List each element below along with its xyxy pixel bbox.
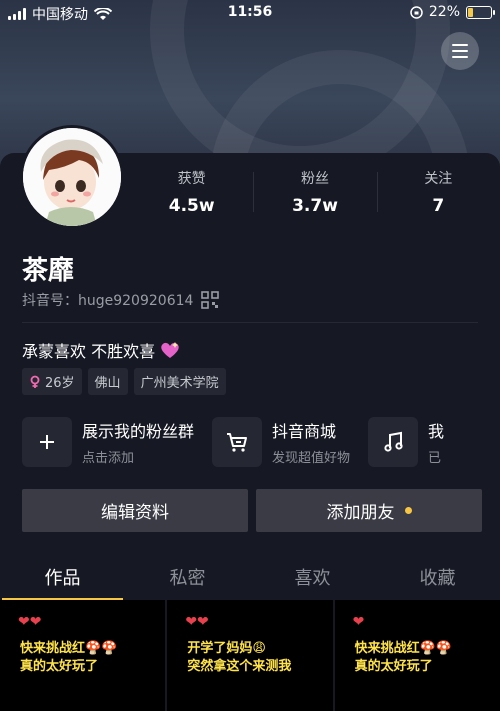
avatar-illustration [23, 128, 121, 226]
video-thumbnail[interactable]: ❤❤ 开学了妈妈😩 突然拿这个来测我 [167, 600, 333, 711]
fan-group-feature[interactable]: 展示我的粉丝群 点击添加 [22, 416, 194, 468]
hearts-icon: ❤❤ [18, 614, 42, 630]
video-grid: ❤❤ 快来挑战红🍄🍄 真的太好玩了 ❤❤ 开学了妈妈😩 突然拿这个来测我 ❤ 快… [0, 600, 500, 711]
followers-stat[interactable]: 粉丝 3.7w [253, 168, 376, 220]
bio: 承蒙喜欢 不胜欢喜 [22, 338, 181, 362]
profile-name: 茶靡 [22, 256, 75, 286]
stat-value: 7 [432, 196, 445, 216]
divider [22, 322, 478, 323]
video-caption: 快来挑战红🍄🍄 真的太好玩了 [20, 641, 118, 674]
stat-label: 粉丝 [300, 171, 329, 187]
bio-text: 承蒙喜欢 不胜欢喜 [22, 342, 156, 361]
following-stat[interactable]: 关注 7 [376, 168, 500, 220]
account-id-text: 抖音号：huge920920614 [22, 293, 194, 309]
music-feature[interactable]: 我 已 [368, 416, 444, 468]
feature-shortcuts: 展示我的粉丝群 点击添加 抖音商城 发现超值好物 我 已 [22, 416, 500, 468]
shop-feature[interactable]: 抖音商城 发现超值好物 [212, 416, 350, 468]
battery-icon [466, 5, 495, 19]
video-thumbnail[interactable]: ❤ 快来挑战红🍄🍄 真的太好玩了 [334, 600, 500, 711]
avatar[interactable] [20, 125, 124, 229]
tab-private[interactable]: 私密 [125, 556, 250, 600]
video-thumbnail[interactable]: ❤❤ 快来挑战红🍄🍄 真的太好玩了 [0, 600, 166, 711]
feature-subtitle: 点击添加 [82, 451, 135, 466]
tab-works[interactable]: 作品 [0, 556, 125, 600]
likes-stat[interactable]: 获赞 4.5w [130, 168, 253, 220]
music-icon [368, 417, 419, 467]
tab-favorites[interactable]: 收藏 [375, 556, 500, 600]
hearts-icon: ❤ [352, 614, 365, 630]
account-id[interactable]: 抖音号：huge920920614 [22, 290, 220, 310]
feature-subtitle: 已 [428, 451, 442, 466]
status-bar: 中国移动 11:56 22% [0, 0, 500, 26]
feature-title: 抖音商城 [272, 422, 337, 441]
school-tag: 广州美术学院 [133, 368, 226, 395]
add-friend-button[interactable]: 添加朋友 [256, 489, 482, 532]
notification-dot [404, 507, 412, 514]
stat-value: 3.7w [292, 196, 338, 216]
tab-likes[interactable]: 喜欢 [250, 556, 375, 600]
stat-label: 关注 [424, 171, 453, 187]
feature-title: 展示我的粉丝群 [82, 422, 195, 441]
add-friend-label: 添加朋友 [326, 503, 395, 523]
battery-percent: 22% [428, 4, 460, 20]
video-caption: 开学了妈妈😩 突然拿这个来测我 [187, 641, 292, 674]
plus-icon [22, 417, 72, 467]
menu-button[interactable] [441, 32, 479, 70]
profile-actions: 编辑资料 添加朋友 [22, 489, 482, 532]
sparkling-heart-icon [161, 342, 179, 358]
location-tag: 佛山 [87, 368, 128, 395]
video-caption: 快来挑战红🍄🍄 真的太好玩了 [354, 641, 453, 674]
age-tag: 26岁 [22, 368, 82, 395]
content-tabs: 作品 私密 喜欢 收藏 [0, 556, 500, 600]
female-icon [30, 375, 40, 388]
profile-stats: 获赞 4.5w 粉丝 3.7w 关注 7 [130, 168, 500, 220]
edit-profile-button[interactable]: 编辑资料 [22, 489, 248, 532]
feature-subtitle: 发现超值好物 [272, 451, 351, 466]
feature-title: 我 [428, 422, 445, 441]
stat-label: 获赞 [177, 171, 206, 187]
qr-code-icon[interactable] [201, 291, 220, 309]
stat-value: 4.5w [168, 196, 215, 216]
profile-tags: 26岁 佛山 广州美术学院 [22, 368, 226, 395]
battery-fill [468, 7, 474, 17]
edit-profile-label: 编辑资料 [101, 503, 169, 523]
age-text: 26岁 [45, 376, 75, 391]
orientation-lock-icon [410, 5, 423, 19]
hearts-icon: ❤❤ [185, 614, 209, 630]
cart-icon [212, 417, 263, 467]
